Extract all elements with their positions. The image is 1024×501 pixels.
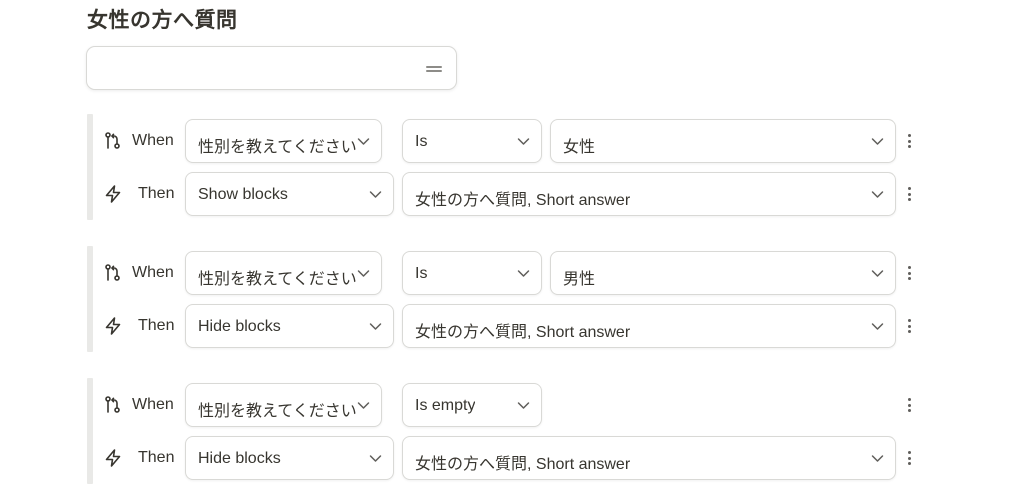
condition-operator-select[interactable]: Is empty <box>402 383 542 427</box>
then-label: Then <box>138 317 175 334</box>
condition-field-select[interactable]: 性別を教えてください <box>185 119 382 163</box>
action-select[interactable]: Show blocks <box>185 172 394 216</box>
more-vertical-icon[interactable] <box>905 318 913 334</box>
chevron-down-icon <box>517 138 530 145</box>
selected-operator: Is empty <box>415 397 476 414</box>
more-vertical-icon[interactable] <box>905 265 913 281</box>
condition-value-select[interactable]: 女性 <box>550 119 896 163</box>
lightning-bolt-icon <box>105 185 121 203</box>
then-row: Then Hide blocks 女性の方へ質問, Short answer <box>87 304 927 348</box>
when-row: When 性別を教えてください Is empty <box>87 383 927 427</box>
then-label: Then <box>138 185 175 202</box>
lightning-bolt-icon <box>105 449 121 467</box>
chevron-down-icon <box>871 138 884 145</box>
chevron-down-icon <box>357 402 370 409</box>
logic-rule-2: When 性別を教えてください Is 男性 Then Hide blocks 女… <box>87 246 927 352</box>
chevron-down-icon <box>357 270 370 277</box>
chevron-down-icon <box>357 138 370 145</box>
page-title: 女性の方へ質問 <box>87 8 238 32</box>
selected-field: 性別を教えてください <box>198 139 357 156</box>
when-label: When <box>132 132 174 149</box>
chevron-down-icon <box>369 323 382 330</box>
then-row: Then Hide blocks 女性の方へ質問, Short answer <box>87 436 927 480</box>
selected-field: 性別を教えてください <box>198 271 357 288</box>
branch-condition-icon <box>105 264 120 281</box>
selected-action: Hide blocks <box>198 318 281 335</box>
condition-operator-select[interactable]: Is <box>402 119 542 163</box>
condition-operator-select[interactable]: Is <box>402 251 542 295</box>
condition-field-select[interactable]: 性別を教えてください <box>185 251 382 295</box>
then-label: Then <box>138 449 175 466</box>
more-vertical-icon[interactable] <box>905 397 913 413</box>
branch-condition-icon <box>105 132 120 149</box>
chevron-down-icon <box>517 270 530 277</box>
when-row: When 性別を教えてください Is 男性 <box>87 251 927 295</box>
chevron-down-icon <box>871 270 884 277</box>
selected-operator: Is <box>415 133 428 150</box>
chevron-down-icon <box>517 402 530 409</box>
chevron-down-icon <box>871 455 884 462</box>
chevron-down-icon <box>871 191 884 198</box>
chevron-down-icon <box>871 323 884 330</box>
logic-rule-3: When 性別を教えてください Is empty Then Hide block… <box>87 378 927 484</box>
selected-value: 女性 <box>563 139 596 156</box>
lightning-bolt-icon <box>105 317 121 335</box>
when-row: When 性別を教えてください Is 女性 <box>87 119 927 163</box>
when-label: When <box>132 264 174 281</box>
more-vertical-icon[interactable] <box>905 133 913 149</box>
target-blocks-select[interactable]: 女性の方へ質問, Short answer <box>402 304 896 348</box>
chevron-down-icon <box>369 455 382 462</box>
condition-value-select[interactable]: 男性 <box>550 251 896 295</box>
selected-target: 女性の方へ質問, Short answer <box>415 192 631 209</box>
selected-target: 女性の方へ質問, Short answer <box>415 324 631 341</box>
drag-handle-icon[interactable] <box>426 66 442 72</box>
action-select[interactable]: Hide blocks <box>185 436 394 480</box>
more-vertical-icon[interactable] <box>905 186 913 202</box>
selected-value: 男性 <box>563 271 596 288</box>
selected-action: Show blocks <box>198 186 288 203</box>
target-blocks-select[interactable]: 女性の方へ質問, Short answer <box>402 436 896 480</box>
question-title-input[interactable] <box>86 46 457 90</box>
selected-operator: Is <box>415 265 428 282</box>
selected-action: Hide blocks <box>198 450 281 467</box>
target-blocks-select[interactable]: 女性の方へ質問, Short answer <box>402 172 896 216</box>
when-label: When <box>132 396 174 413</box>
selected-target: 女性の方へ質問, Short answer <box>415 456 631 473</box>
selected-field: 性別を教えてください <box>198 403 357 420</box>
logic-rule-1: When 性別を教えてください Is 女性 Then Show blocks 女… <box>87 114 927 220</box>
branch-condition-icon <box>105 396 120 413</box>
more-vertical-icon[interactable] <box>905 450 913 466</box>
condition-field-select[interactable]: 性別を教えてください <box>185 383 382 427</box>
action-select[interactable]: Hide blocks <box>185 304 394 348</box>
then-row: Then Show blocks 女性の方へ質問, Short answer <box>87 172 927 216</box>
chevron-down-icon <box>369 191 382 198</box>
